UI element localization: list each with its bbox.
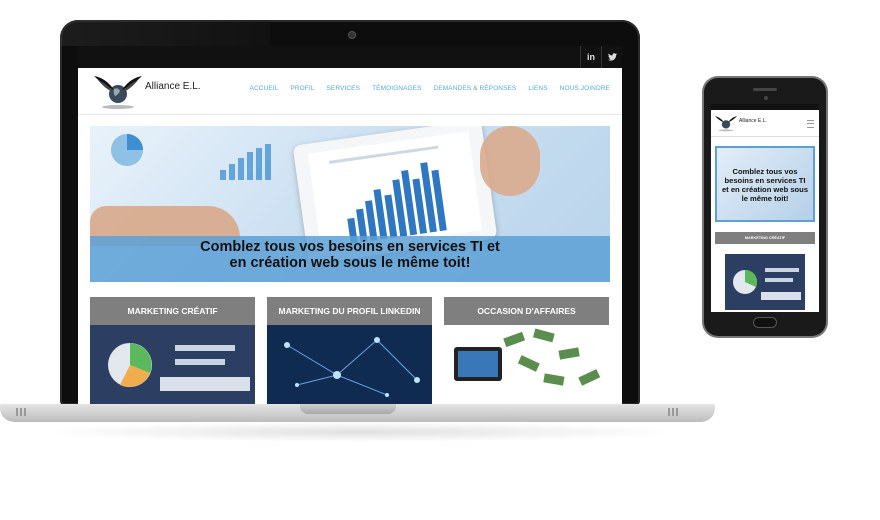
screen-glare	[60, 20, 270, 46]
hero-pie-graphic	[111, 134, 143, 166]
nav-item-temoignages[interactable]: TÉMOIGNAGES	[372, 85, 422, 92]
twitter-icon[interactable]	[601, 46, 622, 68]
phone-hero: Comblez tous vos besoins en services TI …	[715, 146, 815, 222]
nav-item-accueil[interactable]: ACCUEIL	[250, 85, 279, 92]
laptop-device: in Alliance E.L. ACCUEIL PROFIL SERVICES…	[60, 20, 640, 405]
hero-caption: Comblez tous vos besoins en services TI …	[90, 236, 610, 282]
phone-card-image	[725, 254, 805, 310]
card-image-linkedin	[267, 325, 432, 405]
phone-brand-name[interactable]: Alliance E.L.	[739, 118, 767, 124]
phone-home-button[interactable]	[754, 318, 776, 327]
phone-navigation: Alliance E.L.	[711, 110, 819, 137]
nav-item-nous-joindre[interactable]: NOUS JOINDRE	[560, 85, 610, 92]
phone-hero-headline: Comblez tous vos besoins en services TI …	[721, 167, 809, 203]
eagle-globe-logo[interactable]	[714, 113, 738, 133]
card-title[interactable]: OCCASION D'AFFAIRES	[444, 297, 609, 325]
hero-banner: Comblez tous vos besoins en services TI …	[90, 126, 610, 282]
laptop-camera	[349, 32, 355, 38]
twitter-bird-icon	[607, 53, 617, 61]
card-marketing-creatif[interactable]: MARKETING CRÉATIF	[90, 297, 255, 405]
nav-item-profil[interactable]: PROFIL	[290, 85, 314, 92]
linkedin-icon[interactable]: in	[580, 46, 601, 68]
nav-item-services[interactable]: SERVICES	[327, 85, 361, 92]
laptop-notch	[300, 404, 396, 414]
social-links: in	[580, 46, 622, 68]
tablet-screen	[307, 131, 483, 253]
hero-hand-right	[480, 126, 540, 196]
service-cards: MARKETING CRÉATIF MARKETING DU PROFIL LI…	[90, 297, 610, 405]
card-title[interactable]: MARKETING DU PROFIL LINKEDIN	[267, 297, 432, 325]
nav-item-liens[interactable]: LIENS	[528, 85, 547, 92]
laptop-shadow	[40, 422, 680, 442]
phone-camera	[764, 96, 768, 100]
right-vent	[668, 408, 680, 416]
laptop-screen: in Alliance E.L. ACCUEIL PROFIL SERVICES…	[78, 46, 622, 405]
left-vent	[16, 408, 28, 416]
hamburger-icon[interactable]	[807, 120, 814, 128]
eagle-globe-logo[interactable]	[92, 72, 144, 110]
hero-line-1: Comblez tous vos besoins en services TI …	[200, 239, 500, 255]
card-image-marketing	[90, 325, 255, 405]
tablet-bar-chart	[329, 145, 447, 244]
phone-device: Alliance E.L. Comblez tous vos besoins e…	[704, 78, 826, 336]
hero-line-2: en création web sous le même toit!	[229, 255, 471, 271]
hero-headline: Comblez tous vos besoins en services TI …	[90, 239, 610, 271]
laptop-base	[0, 404, 715, 422]
phone-card-title[interactable]: MARKETING CRÉATIF	[715, 232, 815, 244]
card-occasion-affaires[interactable]: OCCASION D'AFFAIRES	[444, 297, 609, 405]
card-image-money	[444, 325, 609, 405]
main-navigation: Alliance E.L. ACCUEIL PROFIL SERVICES TÉ…	[78, 68, 622, 115]
card-marketing-linkedin[interactable]: MARKETING DU PROFIL LINKEDIN	[267, 297, 432, 405]
card-title[interactable]: MARKETING CRÉATIF	[90, 297, 255, 325]
social-top-bar: in	[78, 46, 622, 68]
brand-name[interactable]: Alliance E.L.	[145, 81, 201, 92]
nav-menu: ACCUEIL PROFIL SERVICES TÉMOIGNAGES DEMA…	[250, 85, 610, 92]
phone-earpiece	[753, 88, 777, 91]
phone-screen: Alliance E.L. Comblez tous vos besoins e…	[711, 104, 819, 312]
nav-item-demandes[interactable]: DEMANDES & RÉPONSES	[434, 85, 517, 92]
